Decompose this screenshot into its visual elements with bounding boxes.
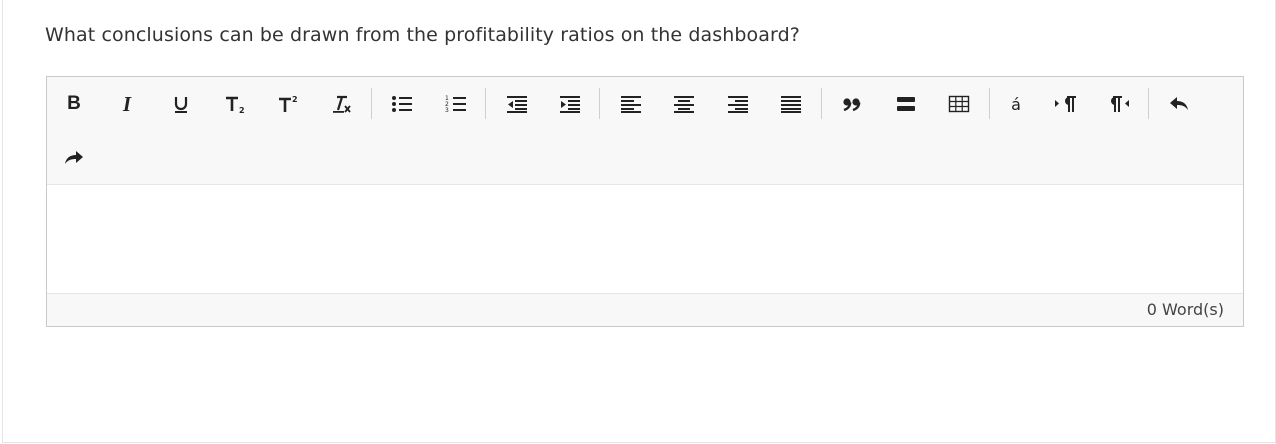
align-left-icon bbox=[621, 96, 641, 113]
italic-icon: I bbox=[122, 91, 132, 116]
blockquote-button[interactable] bbox=[837, 90, 867, 118]
rich-text-editor[interactable]: B I 2 2 1 2 3 á 0 Word(s) bbox=[46, 76, 1244, 327]
superscript-icon: 2 bbox=[279, 95, 298, 112]
toolbar-separator bbox=[821, 88, 822, 119]
align-center-button[interactable] bbox=[669, 90, 699, 118]
numbered-list-button[interactable]: 1 2 3 bbox=[441, 90, 471, 118]
undo-icon bbox=[1170, 97, 1188, 110]
svg-text:3: 3 bbox=[445, 107, 449, 114]
toolbar-row-1: B I 2 2 1 2 3 á bbox=[47, 77, 1243, 131]
quote-icon bbox=[843, 98, 861, 112]
table-icon bbox=[948, 95, 970, 113]
toolbar-separator bbox=[485, 88, 486, 119]
rtl-icon bbox=[1111, 96, 1129, 112]
undo-button[interactable] bbox=[1164, 90, 1194, 118]
word-count: 0 Word(s) bbox=[1146, 300, 1224, 319]
toolbar-separator bbox=[599, 88, 600, 119]
outdent-button[interactable] bbox=[502, 90, 532, 118]
subscript-button[interactable]: 2 bbox=[220, 90, 250, 118]
subscript-icon: 2 bbox=[226, 96, 245, 114]
align-justify-button[interactable] bbox=[776, 90, 806, 118]
text-direction-rtl-button[interactable] bbox=[1104, 90, 1134, 118]
align-right-button[interactable] bbox=[723, 90, 753, 118]
editor-status-bar: 0 Word(s) bbox=[47, 293, 1243, 326]
superscript-button[interactable]: 2 bbox=[273, 90, 303, 118]
svg-text:2: 2 bbox=[292, 95, 298, 104]
special-character-icon: á bbox=[1011, 94, 1021, 114]
remove-format-button[interactable] bbox=[327, 90, 357, 118]
align-justify-icon bbox=[781, 96, 801, 113]
remove-format-icon bbox=[333, 95, 351, 113]
bold-icon: B bbox=[67, 93, 81, 114]
editor-toolbar: B I 2 2 1 2 3 á bbox=[47, 77, 1243, 185]
underline-button[interactable] bbox=[166, 90, 196, 118]
underline-icon bbox=[174, 97, 188, 113]
bulleted-list-button[interactable] bbox=[387, 90, 417, 118]
horizontal-line-icon bbox=[897, 97, 915, 111]
redo-icon bbox=[65, 151, 83, 164]
svg-text:2: 2 bbox=[239, 106, 245, 114]
align-right-icon bbox=[728, 96, 748, 113]
align-center-icon bbox=[674, 96, 694, 113]
toolbar-separator bbox=[1148, 88, 1149, 119]
insert-table-button[interactable] bbox=[944, 90, 974, 118]
indent-button[interactable] bbox=[555, 90, 585, 118]
horizontal-line-button[interactable] bbox=[891, 90, 921, 118]
bulleted-list-icon bbox=[392, 96, 412, 112]
redo-button[interactable] bbox=[59, 144, 89, 172]
toolbar-separator bbox=[371, 88, 372, 119]
editor-content-area[interactable] bbox=[47, 185, 1243, 293]
question-card: What conclusions can be drawn from the p… bbox=[2, 0, 1276, 443]
outdent-icon bbox=[507, 96, 527, 113]
numbered-list-icon: 1 2 3 bbox=[445, 95, 466, 114]
question-text: What conclusions can be drawn from the p… bbox=[45, 24, 800, 46]
text-direction-ltr-button[interactable] bbox=[1051, 90, 1081, 118]
ltr-icon bbox=[1055, 96, 1076, 112]
indent-icon bbox=[560, 96, 580, 113]
toolbar-row-2 bbox=[47, 131, 1243, 185]
bold-button[interactable]: B bbox=[59, 90, 89, 118]
italic-button[interactable]: I bbox=[112, 90, 142, 118]
align-left-button[interactable] bbox=[616, 90, 646, 118]
special-character-button[interactable]: á bbox=[1001, 90, 1031, 118]
toolbar-separator bbox=[989, 88, 990, 119]
